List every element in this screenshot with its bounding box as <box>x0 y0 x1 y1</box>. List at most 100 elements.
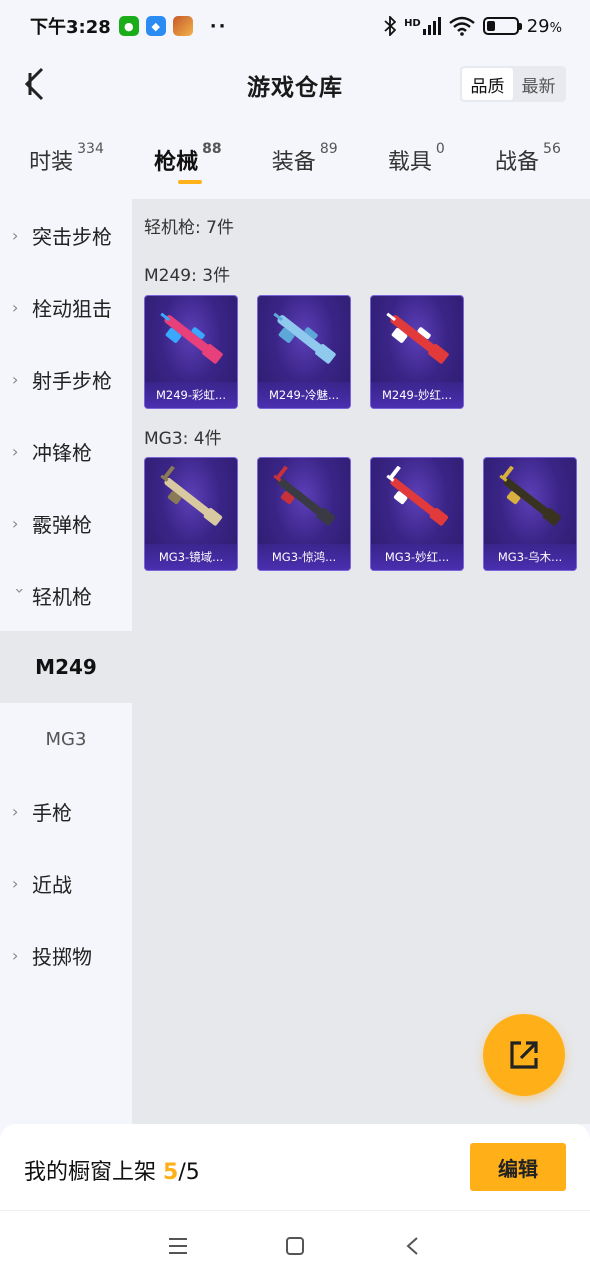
weapon-skin-image <box>386 312 449 364</box>
sidebar-subitem-m249[interactable]: M249 <box>0 631 132 703</box>
weapon-skin-image <box>386 466 449 526</box>
chevron-right-icon: › <box>12 225 19 245</box>
showcase-label: 我的橱窗上架 <box>24 1160 157 1185</box>
sidebar-item-label: 突击步枪 <box>32 224 112 249</box>
tab-label: 装备 <box>271 150 316 175</box>
sidebar-item-marksman-rifle[interactable]: › 射手步枪 <box>0 343 132 415</box>
tab-outfits[interactable]: 时装 334 <box>29 136 104 196</box>
tab-count: 88 <box>202 141 222 157</box>
battery-icon <box>482 17 522 35</box>
sidebar-item-throwables[interactable]: › 投掷物 <box>0 919 132 991</box>
weapon-card[interactable]: MG3-惊鸿... <box>257 457 351 571</box>
sidebar-item-label: 轻机枪 <box>32 584 92 609</box>
sidebar-item-label: 投掷物 <box>32 944 92 969</box>
sidebar-item-label: 近战 <box>32 872 72 897</box>
sidebar-item-melee[interactable]: › 近战 <box>0 847 132 919</box>
header: 游戏仓库 品质 最新 <box>0 52 590 116</box>
back-nav-button[interactable] <box>397 1231 427 1261</box>
weapon-card-label: MG3-惊鸿... <box>258 544 350 570</box>
weapon-skin-image <box>499 466 562 526</box>
weapon-card-label: M249-彩虹... <box>145 382 237 408</box>
sidebar-item-pistol[interactable]: › 手枪 <box>0 775 132 847</box>
sidebar-item-label: 栓动狙击 <box>32 296 112 321</box>
weapon-card-label: M249-冷魅... <box>258 382 350 408</box>
tab-equipment[interactable]: 装备 89 <box>272 136 338 196</box>
tab-firearms[interactable]: 枪械 88 <box>154 136 222 196</box>
wechat-icon: ● <box>118 16 139 36</box>
category-summary: 轻机枪: 7件 <box>144 218 234 238</box>
weapon-card[interactable]: M249-妙红... <box>370 295 464 409</box>
weapon-skin-image <box>160 466 223 526</box>
tab-label: 载具 <box>387 150 432 175</box>
weapon-card[interactable]: M249-彩虹... <box>144 295 238 409</box>
showcase-status: 我的橱窗上架 5/5 <box>24 1154 200 1186</box>
showcase-total: 5 <box>185 1160 200 1185</box>
sidebar-item-label: 冲锋枪 <box>32 440 92 465</box>
tab-count: 56 <box>543 141 561 157</box>
status-bar: 下午3:28 ● ◆ ·· HD 29% <box>0 0 590 52</box>
home-square-icon <box>285 1236 304 1255</box>
chevron-right-icon: › <box>12 801 19 821</box>
tab-supplies[interactable]: 战备 56 <box>495 136 561 196</box>
tab-count: 334 <box>77 141 104 157</box>
game-notification-icon <box>172 16 193 36</box>
weapon-skin-image <box>160 312 223 364</box>
category-tabs: 时装 334 枪械 88 装备 89 载具 0 战备 56 <box>0 136 590 196</box>
sidebar-item-label: 霰弹枪 <box>32 512 92 537</box>
weapon-card[interactable]: MG3-镜域... <box>144 457 238 571</box>
sidebar-item-lmg[interactable]: › 轻机枪 <box>0 559 132 631</box>
signal-icon <box>422 17 441 35</box>
sort-newest-button[interactable]: 最新 <box>513 68 564 100</box>
showcase-bar: 我的橱窗上架 5/5 编辑 <box>0 1124 590 1210</box>
tab-label: 枪械 <box>154 150 199 175</box>
more-notifications-icon: ·· <box>209 15 228 37</box>
chevron-right-icon: › <box>12 441 19 461</box>
weapon-card[interactable]: MG3-妙红... <box>370 457 464 571</box>
menu-icon <box>169 1237 188 1254</box>
weapon-card-label: M249-妙红... <box>371 382 463 408</box>
chevron-right-icon: › <box>12 873 19 893</box>
tab-label: 战备 <box>495 150 540 175</box>
group-title-m249: M249: 3件 <box>144 266 231 286</box>
share-fab-button[interactable] <box>483 1014 565 1096</box>
sidebar-subitem-mg3[interactable]: MG3 <box>0 703 132 775</box>
chevron-right-icon: › <box>12 297 19 317</box>
sidebar-item-shotgun[interactable]: › 霰弹枪 <box>0 487 132 559</box>
sidebar-item-assault-rifle[interactable]: › 突击步枪 <box>0 199 132 271</box>
chevron-right-icon: › <box>12 369 19 389</box>
app-notification-icon: ◆ <box>145 16 166 36</box>
weapon-card[interactable]: MG3-乌木... <box>483 457 577 571</box>
weapon-grid-panel: 轻机枪: 7件 M249: 3件 M249-彩虹... M249-冷魅... M… <box>132 199 590 1124</box>
weapon-skin-image <box>273 466 336 526</box>
bluetooth-icon <box>384 16 397 36</box>
share-external-icon <box>510 1041 538 1069</box>
tab-count: 89 <box>319 141 338 157</box>
group-title-mg3: MG3: 4件 <box>144 429 222 449</box>
weapon-card[interactable]: M249-冷魅... <box>257 295 351 409</box>
system-navigation-bar <box>0 1210 590 1280</box>
tab-label: 时装 <box>29 150 74 175</box>
weapon-card-label: MG3-妙红... <box>371 544 463 570</box>
battery-percent: 29% <box>526 15 562 37</box>
sort-toggle: 品质 最新 <box>460 66 566 102</box>
sidebar-item-bolt-sniper[interactable]: › 栓动狙击 <box>0 271 132 343</box>
edit-button[interactable]: 编辑 <box>470 1143 566 1191</box>
home-nav-button[interactable] <box>280 1231 310 1261</box>
sidebar-item-smg[interactable]: › 冲锋枪 <box>0 415 132 487</box>
weapon-type-sidebar: › 突击步枪 › 栓动狙击 › 射手步枪 › 冲锋枪 › 霰弹枪 › 轻机枪 M249 MG… <box>0 199 132 1124</box>
weapon-skin-image <box>273 312 336 364</box>
weapon-card-label: MG3-乌木... <box>484 544 576 570</box>
wifi-icon <box>448 16 475 36</box>
chevron-right-icon: › <box>12 513 19 533</box>
tab-vehicles[interactable]: 载具 0 <box>388 136 445 196</box>
menu-nav-button[interactable] <box>163 1231 193 1261</box>
back-triangle-icon <box>406 1236 418 1255</box>
showcase-count: 5 <box>163 1160 179 1185</box>
sidebar-item-label: 射手步枪 <box>32 368 112 393</box>
status-time: 下午3:28 <box>30 17 111 38</box>
showcase-separator: / <box>178 1160 186 1185</box>
sort-quality-button[interactable]: 品质 <box>462 68 513 100</box>
weapon-card-label: MG3-镜域... <box>145 544 237 570</box>
chevron-down-icon: › <box>10 587 30 594</box>
tab-count: 0 <box>435 141 445 157</box>
